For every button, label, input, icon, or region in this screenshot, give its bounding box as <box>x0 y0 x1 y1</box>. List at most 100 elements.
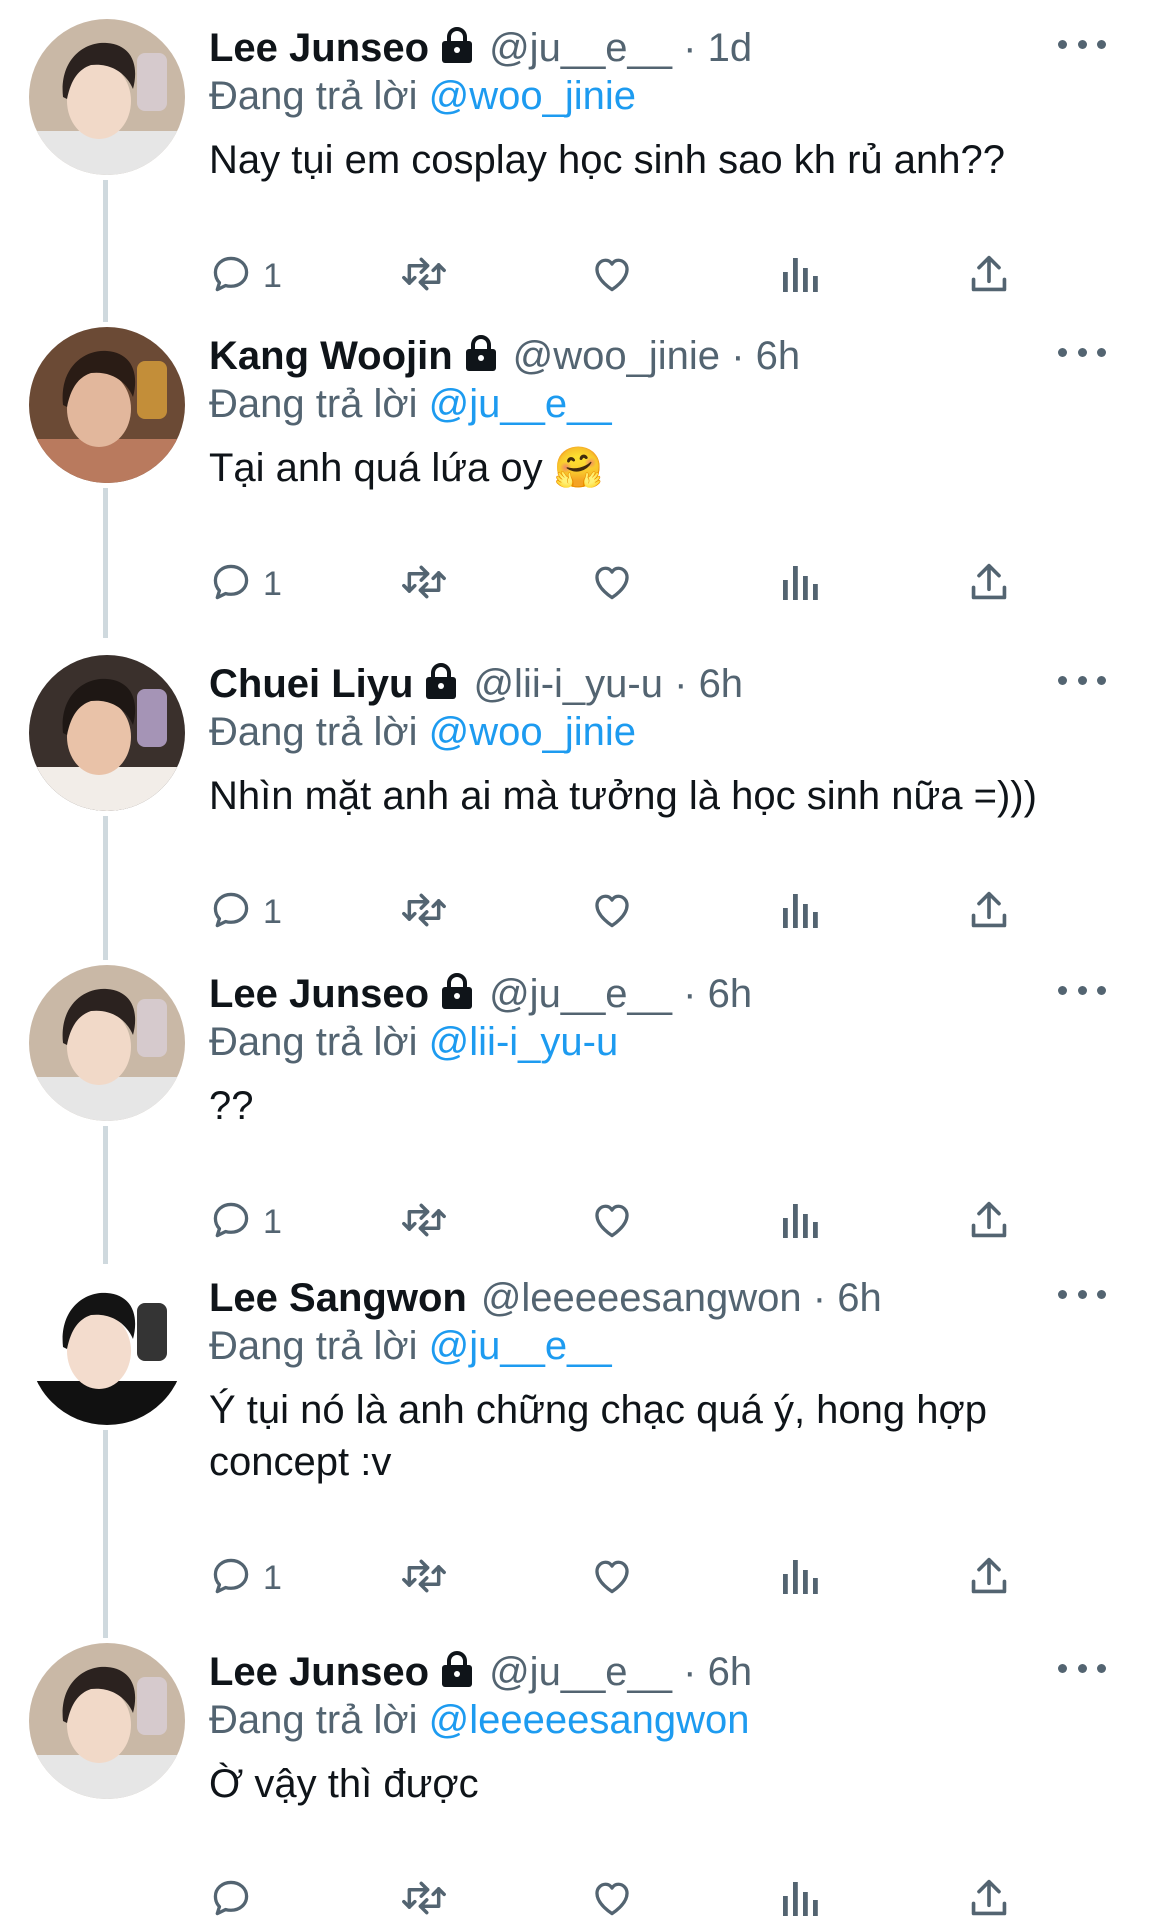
share-icon <box>969 560 1009 609</box>
replying-to-label: Đang trả lời <box>209 382 418 426</box>
separator-dot: · <box>674 662 688 706</box>
avatar[interactable] <box>29 655 185 811</box>
retweet-button[interactable] <box>399 1192 449 1252</box>
avatar[interactable] <box>29 965 185 1121</box>
reply-icon <box>209 1554 253 1603</box>
timestamp[interactable]: 6h <box>708 972 753 1016</box>
replying-to-mention[interactable]: @ju__e__ <box>429 1324 612 1368</box>
like-button[interactable] <box>589 882 635 942</box>
replying-to-mention[interactable]: @ju__e__ <box>429 382 612 426</box>
retweet-button[interactable] <box>399 246 449 306</box>
avatar[interactable] <box>29 19 185 175</box>
views-button[interactable] <box>779 554 819 614</box>
display-name[interactable]: Lee Junseo <box>209 972 429 1016</box>
display-name[interactable]: Lee Sangwon <box>209 1276 467 1320</box>
tweet-header: Chuei Liyu @lii-i_yu-u · 6h <box>209 658 743 713</box>
share-button[interactable] <box>969 882 1009 942</box>
views-button[interactable] <box>779 882 819 942</box>
tweet-actions: 1 <box>209 246 1059 306</box>
tweet-header: Lee Junseo @ju__e__ · 6h <box>209 1646 752 1701</box>
tweet-actions <box>209 1870 1059 1930</box>
retweet-icon <box>399 1876 449 1925</box>
reply-icon <box>209 1876 253 1925</box>
bar-chart-icon <box>779 1554 819 1603</box>
retweet-icon <box>399 252 449 301</box>
share-button[interactable] <box>969 246 1009 306</box>
retweet-button[interactable] <box>399 882 449 942</box>
replying-to: Đang trả lời @ju__e__ <box>209 378 612 430</box>
display-name[interactable]: Lee Junseo <box>209 26 429 70</box>
reply-count: 1 <box>263 1202 282 1241</box>
replying-to-mention[interactable]: @woo_jinie <box>429 710 636 754</box>
tweet-actions: 1 <box>209 1192 1059 1252</box>
timestamp[interactable]: 6h <box>708 1650 753 1694</box>
retweet-button[interactable] <box>399 1870 449 1930</box>
display-name[interactable]: Chuei Liyu <box>209 662 413 706</box>
more-options-icon[interactable] <box>1058 970 1106 1010</box>
heart-icon <box>589 1198 635 1247</box>
share-button[interactable] <box>969 1192 1009 1252</box>
views-button[interactable] <box>779 1870 819 1930</box>
timestamp[interactable]: 6h <box>837 1276 882 1320</box>
like-button[interactable] <box>589 1548 635 1608</box>
separator-dot: · <box>683 26 697 70</box>
bar-chart-icon <box>779 1876 819 1925</box>
username-handle[interactable]: @ju__e__ <box>489 26 672 70</box>
share-button[interactable] <box>969 1870 1009 1930</box>
views-button[interactable] <box>779 246 819 306</box>
tweet-header: Lee Junseo @ju__e__ · 6h <box>209 968 752 1023</box>
tweet-actions: 1 <box>209 1548 1059 1608</box>
timestamp[interactable]: 1d <box>708 26 753 70</box>
heart-icon <box>589 1876 635 1925</box>
bar-chart-icon <box>779 252 819 301</box>
replying-to-mention[interactable]: @lii-i_yu-u <box>429 1020 619 1064</box>
reply-button[interactable]: 1 <box>209 882 282 942</box>
like-button[interactable] <box>589 1870 635 1930</box>
bar-chart-icon <box>779 888 819 937</box>
replying-to-mention[interactable]: @leeeeesangwon <box>429 1698 750 1742</box>
more-options-icon[interactable] <box>1058 1648 1106 1688</box>
username-handle[interactable]: @lii-i_yu-u <box>473 662 663 706</box>
timestamp[interactable]: 6h <box>699 662 744 706</box>
share-icon <box>969 1198 1009 1247</box>
reply-button[interactable]: 1 <box>209 246 282 306</box>
username-handle[interactable]: @ju__e__ <box>489 1650 672 1694</box>
replying-to: Đang trả lời @lii-i_yu-u <box>209 1016 618 1068</box>
replying-to: Đang trả lời @woo_jinie <box>209 706 636 758</box>
username-handle[interactable]: @ju__e__ <box>489 972 672 1016</box>
retweet-button[interactable] <box>399 1548 449 1608</box>
timestamp[interactable]: 6h <box>756 334 801 378</box>
display-name[interactable]: Lee Junseo <box>209 1650 429 1694</box>
reply-icon <box>209 252 253 301</box>
reply-button[interactable]: 1 <box>209 554 282 614</box>
views-button[interactable] <box>779 1192 819 1252</box>
reply-button[interactable]: 1 <box>209 1192 282 1252</box>
like-button[interactable] <box>589 246 635 306</box>
views-button[interactable] <box>779 1548 819 1608</box>
display-name[interactable]: Kang Woojin <box>209 334 453 378</box>
tweet-actions: 1 <box>209 882 1059 942</box>
replying-to-label: Đang trả lời <box>209 74 418 118</box>
like-button[interactable] <box>589 554 635 614</box>
avatar[interactable] <box>29 1269 185 1425</box>
more-options-icon[interactable] <box>1058 660 1106 700</box>
reply-icon <box>209 560 253 609</box>
reply-button[interactable]: 1 <box>209 1548 282 1608</box>
like-button[interactable] <box>589 1192 635 1252</box>
more-options-icon[interactable] <box>1058 1274 1106 1314</box>
share-icon <box>969 1876 1009 1925</box>
replying-to: Đang trả lời @ju__e__ <box>209 1320 612 1372</box>
share-button[interactable] <box>969 1548 1009 1608</box>
username-handle[interactable]: @woo_jinie <box>513 334 720 378</box>
username-handle[interactable]: @leeeeesangwon <box>481 1276 802 1320</box>
share-button[interactable] <box>969 554 1009 614</box>
reply-button[interactable] <box>209 1870 263 1930</box>
more-options-icon[interactable] <box>1058 332 1106 372</box>
avatar[interactable] <box>29 1643 185 1799</box>
retweet-button[interactable] <box>399 554 449 614</box>
more-options-icon[interactable] <box>1058 24 1106 64</box>
replying-to-mention[interactable]: @woo_jinie <box>429 74 636 118</box>
tweet-header: Lee Junseo @ju__e__ · 1d <box>209 22 752 77</box>
tweet-text: Ý tụi nó là anh chững chạc quá ý, hong h… <box>209 1388 987 1484</box>
avatar[interactable] <box>29 327 185 483</box>
